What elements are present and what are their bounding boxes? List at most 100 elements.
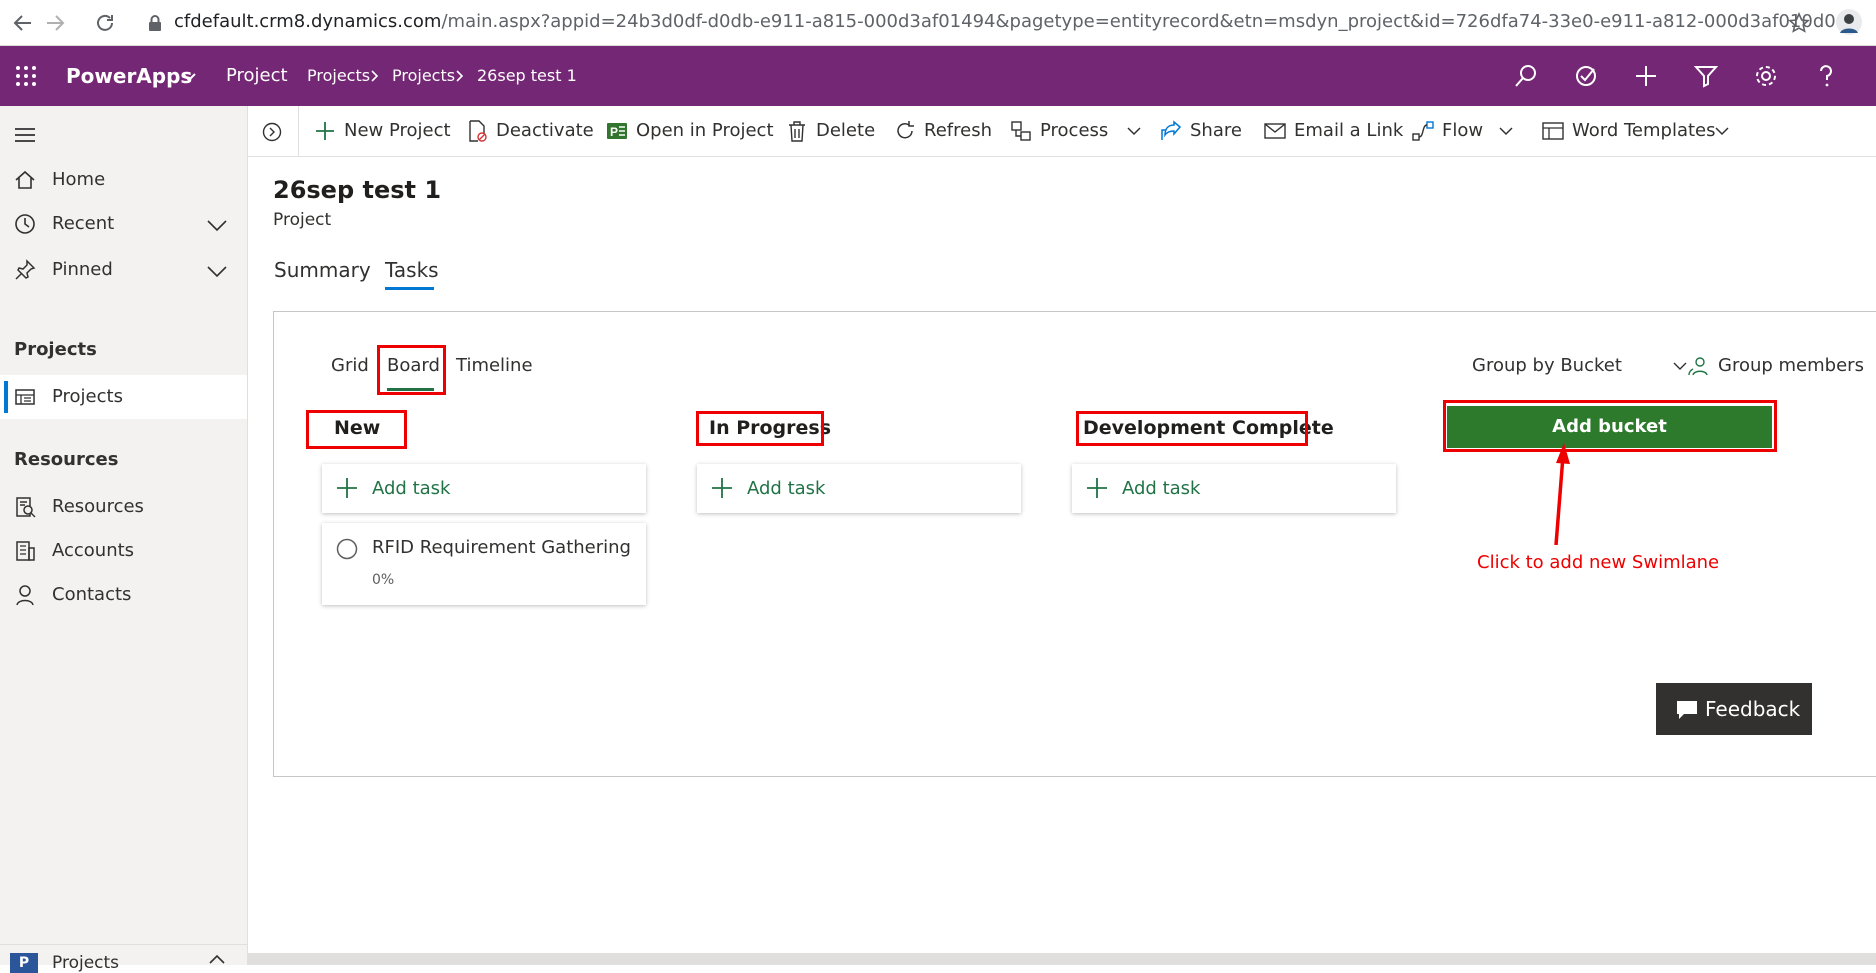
gear-icon[interactable] xyxy=(1754,64,1778,88)
breadcrumb-item[interactable]: Projects xyxy=(307,46,370,106)
search-icon[interactable] xyxy=(1514,64,1538,88)
record-type-label: Project xyxy=(273,210,332,230)
help-icon[interactable] xyxy=(1814,64,1838,88)
command-label: Deactivate xyxy=(496,120,594,141)
plus-icon xyxy=(316,122,334,140)
view-tab-grid[interactable]: Grid xyxy=(331,355,369,376)
back-arrow-icon[interactable] xyxy=(12,12,34,34)
page-title: 26sep test 1 xyxy=(273,176,442,204)
chevron-right-icon xyxy=(456,70,464,82)
add-task-button[interactable]: Add task xyxy=(1072,464,1396,513)
plus-icon[interactable] xyxy=(1634,64,1658,88)
chevron-up-icon[interactable] xyxy=(208,953,226,965)
add-task-button[interactable]: Add task xyxy=(697,464,1021,513)
sidebar-item-recent[interactable]: Recent xyxy=(0,202,247,246)
browser-bar: cfdefault.crm8.dynamics.com/main.aspx?ap… xyxy=(0,0,1876,46)
sidebar-item-label: Accounts xyxy=(52,540,135,561)
highlight-box xyxy=(306,410,407,449)
delete-button[interactable]: Delete xyxy=(786,106,876,156)
accounts-icon xyxy=(16,541,35,561)
sidebar-item-resources[interactable]: Resources xyxy=(0,485,247,529)
waffle-menu-icon[interactable] xyxy=(14,64,38,88)
command-label: New Project xyxy=(344,120,451,141)
lock-icon[interactable] xyxy=(146,14,164,32)
plus-icon xyxy=(712,478,732,498)
email-link-icon xyxy=(1264,123,1286,139)
tab-summary[interactable]: Summary xyxy=(274,258,371,282)
reload-icon[interactable] xyxy=(94,12,116,34)
refresh-button[interactable]: Refresh xyxy=(894,106,994,156)
highlight-box xyxy=(696,411,824,446)
module-name[interactable]: Project xyxy=(226,46,288,106)
area-switcher[interactable]: P Projects xyxy=(0,945,247,973)
task-complete-circle-icon[interactable] xyxy=(336,538,358,560)
group-by-dropdown[interactable]: Group by Bucket xyxy=(1472,355,1687,379)
task-progress: 0% xyxy=(372,572,395,588)
url-domain: cfdefault.crm8.dynamics.com xyxy=(174,11,442,32)
annotation-text: Click to add new Swimlane xyxy=(1477,552,1720,573)
projects-icon xyxy=(15,389,35,405)
deactivate-icon xyxy=(469,120,487,142)
sidebar-section-title: Projects xyxy=(14,339,97,360)
filter-icon[interactable] xyxy=(1694,64,1718,88)
add-task-button[interactable]: Add task xyxy=(322,464,646,513)
chevron-right-icon xyxy=(371,70,379,82)
chevron-down-icon[interactable] xyxy=(180,68,198,86)
plus-icon xyxy=(337,478,357,498)
command-label: Open in Project xyxy=(636,120,774,141)
view-tab-timeline[interactable]: Timeline xyxy=(456,355,533,376)
sidebar-item-label: Resources xyxy=(52,496,144,517)
home-icon xyxy=(15,170,35,189)
resources-icon xyxy=(16,497,36,518)
flow-icon xyxy=(1412,121,1434,141)
divider xyxy=(298,106,299,156)
breadcrumb-item[interactable]: Projects xyxy=(392,46,455,106)
chevron-down-icon[interactable] xyxy=(206,260,228,282)
area-label: Projects xyxy=(52,953,120,973)
feedback-button[interactable]: Feedback xyxy=(1656,683,1812,735)
tab-tasks[interactable]: Tasks xyxy=(385,258,439,282)
command-label: Process xyxy=(1040,120,1109,141)
chevron-down-icon xyxy=(1127,127,1141,136)
app-name[interactable]: PowerApps xyxy=(66,46,192,106)
flow-button[interactable]: Flow xyxy=(1412,106,1513,156)
word-templates-button[interactable]: Word Templates xyxy=(1542,106,1732,156)
command-label: Refresh xyxy=(924,120,992,141)
open-in-project-button[interactable]: P Open in Project xyxy=(606,106,774,156)
selected-indicator xyxy=(4,381,8,413)
group-by-label: Group by Bucket xyxy=(1472,355,1622,376)
hamburger-menu-icon[interactable] xyxy=(14,124,36,146)
add-bucket-button[interactable]: Add bucket xyxy=(1447,406,1772,448)
horizontal-scrollbar[interactable] xyxy=(248,953,1876,965)
chevron-down-icon[interactable] xyxy=(206,214,228,236)
share-button[interactable]: Share xyxy=(1160,106,1250,156)
task-check-icon[interactable] xyxy=(1574,64,1598,88)
tab-selected-indicator xyxy=(385,287,434,290)
sidebar-item-label: Pinned xyxy=(52,259,113,280)
chevron-down-icon xyxy=(1673,362,1687,370)
expand-circle-icon[interactable] xyxy=(262,122,282,142)
sidebar-item-home[interactable]: Home xyxy=(0,158,247,202)
task-card[interactable]: RFID Requirement Gathering 0% xyxy=(322,523,646,605)
add-task-label: Add task xyxy=(1122,478,1201,499)
command-bar: New Project Deactivate P Open in Project… xyxy=(248,106,1876,157)
new-project-button[interactable]: New Project xyxy=(314,106,454,156)
sidebar-item-accounts[interactable]: Accounts xyxy=(0,529,247,573)
process-button[interactable]: Process xyxy=(1010,106,1150,156)
sidebar-item-contacts[interactable]: Contacts xyxy=(0,573,247,617)
deactivate-button[interactable]: Deactivate xyxy=(466,106,594,156)
profile-avatar-icon[interactable] xyxy=(1836,9,1862,35)
url-path: /main.aspx?appid=24b3d0df-d0db-e911-a815… xyxy=(441,11,1836,32)
url-field[interactable]: cfdefault.crm8.dynamics.com/main.aspx?ap… xyxy=(174,10,1836,34)
sidebar-item-pinned[interactable]: Pinned xyxy=(0,248,247,292)
highlight-box xyxy=(377,345,446,395)
star-icon[interactable] xyxy=(1788,12,1810,34)
chevron-down-icon xyxy=(1715,127,1729,136)
sidebar-item-projects[interactable]: Projects xyxy=(0,375,247,419)
sidebar: Home Recent Pinned Projects Projects Res… xyxy=(0,106,248,973)
plus-icon xyxy=(1087,478,1107,498)
email-a-link-button[interactable]: Email a Link xyxy=(1264,106,1403,156)
forward-arrow-icon[interactable] xyxy=(44,12,66,34)
sidebar-item-label: Projects xyxy=(52,386,123,407)
highlight-box xyxy=(1076,411,1308,446)
